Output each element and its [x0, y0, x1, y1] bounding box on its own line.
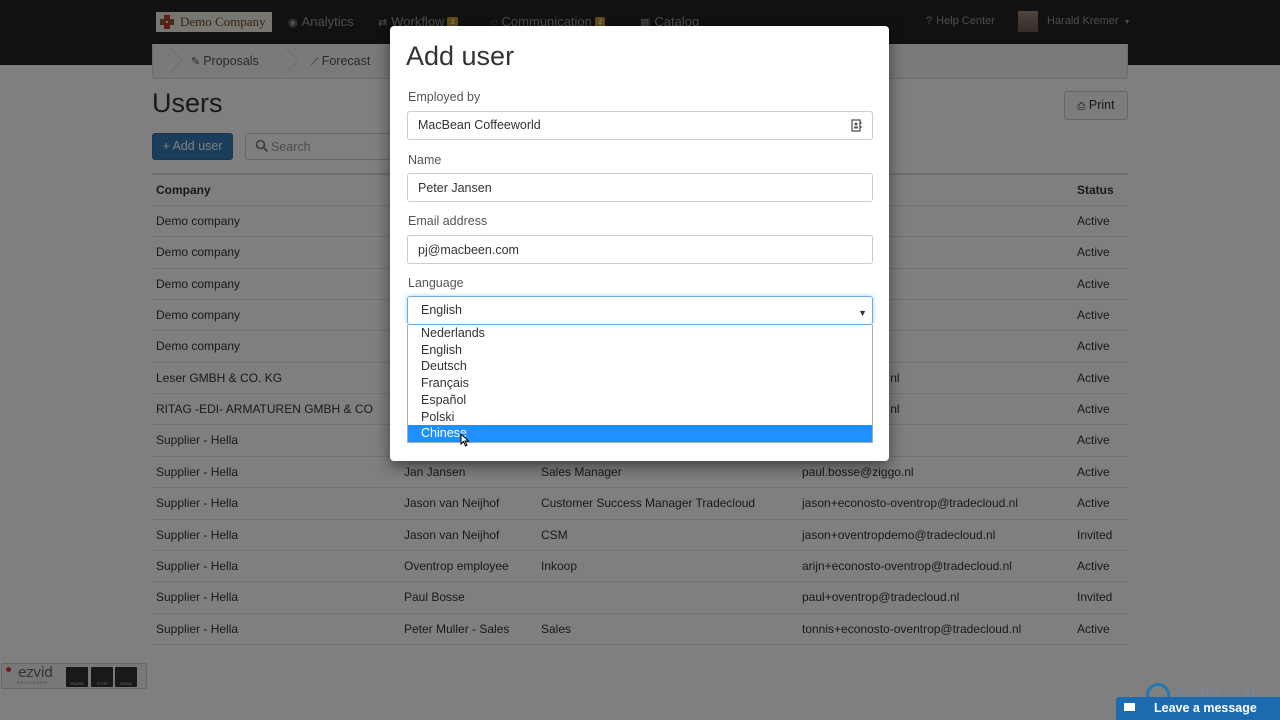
language-option-francais[interactable]: Français — [408, 375, 872, 392]
language-option-deutsch[interactable]: Deutsch — [408, 358, 872, 375]
address-book-icon[interactable] — [851, 119, 862, 132]
email-label: Email address — [408, 214, 488, 228]
employed-by-label: Employed by — [408, 90, 481, 104]
envelope-icon — [1124, 703, 1135, 711]
add-user-modal: Add user Employed by MacBean Coffeeworld… — [390, 26, 889, 461]
language-selected-value: English — [421, 303, 462, 317]
employed-by-field[interactable]: MacBean Coffeeworld — [407, 111, 873, 140]
language-select[interactable]: English ▼ — [407, 296, 873, 325]
language-option-nederlands[interactable]: Nederlands — [408, 325, 872, 342]
name-input[interactable] — [407, 173, 873, 202]
employed-by-value: MacBean Coffeeworld — [418, 118, 541, 132]
language-label: Language — [408, 276, 464, 290]
caret-down-icon: ▼ — [858, 308, 867, 318]
mouse-cursor-icon — [460, 433, 470, 447]
language-option-espanol[interactable]: Español — [408, 392, 872, 409]
name-label: Name — [408, 153, 442, 167]
leave-message-button[interactable]: Leave a message — [1116, 697, 1280, 720]
leave-message-label: Leave a message — [1154, 701, 1257, 715]
email-input[interactable] — [407, 235, 873, 264]
language-option-english[interactable]: English — [408, 342, 872, 359]
modal-title: Add user — [406, 41, 515, 71]
language-dropdown: Nederlands English Deutsch Français Espa… — [407, 325, 873, 443]
language-option-polski[interactable]: Polski — [408, 409, 872, 426]
language-option-chinese[interactable]: Chinese — [408, 425, 872, 442]
